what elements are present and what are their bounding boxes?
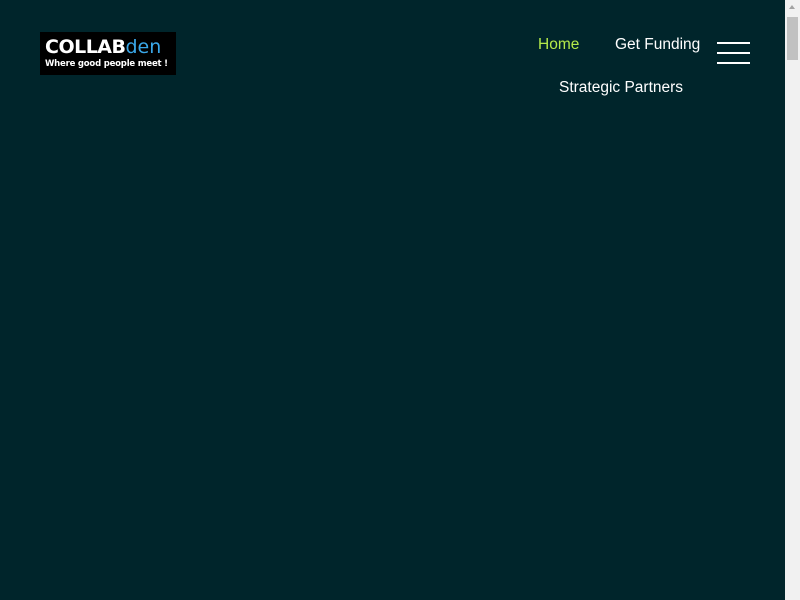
hamburger-bar [717,52,750,54]
hamburger-bar [717,62,750,64]
nav-link-strategic-partners[interactable]: Strategic Partners [559,79,683,97]
logo[interactable]: COLLABden Where good people meet ! [40,32,176,75]
vertical-scrollbar[interactable] [785,0,800,600]
hamburger-menu-icon[interactable] [717,42,750,64]
logo-wordmark: COLLABden [45,36,171,58]
nav-link-get-funding[interactable]: Get Funding [615,36,700,54]
hamburger-bar [717,42,750,44]
scroll-up-arrow-icon[interactable] [785,0,800,15]
logo-main-text: COLLAB [45,36,126,58]
logo-accent-text: den [125,36,162,58]
page: COLLABden Where good people meet ! Home … [0,0,800,600]
scrollbar-thumb[interactable] [787,17,798,60]
nav-link-home[interactable]: Home [538,36,579,54]
logo-tagline: Where good people meet ! [45,59,168,69]
